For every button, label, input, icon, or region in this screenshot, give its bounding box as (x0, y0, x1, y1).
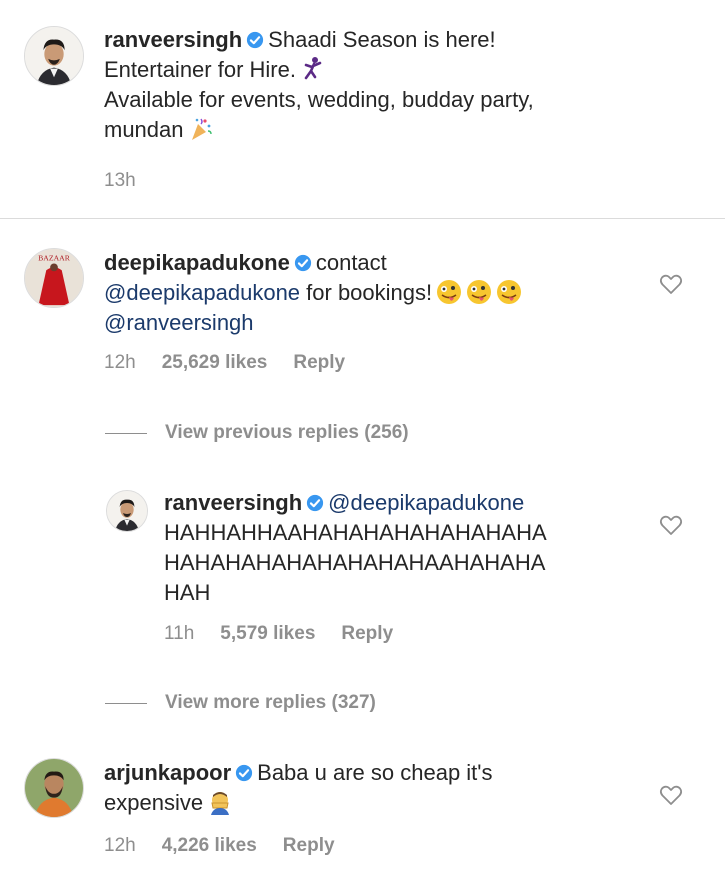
verified-badge-icon (235, 764, 253, 782)
comment-text-start: contact (315, 250, 387, 275)
facepalm-emoji (207, 789, 233, 815)
comment-meta-arjunkapoor: 12h 4,226 likes Reply (104, 835, 335, 857)
replies-dash (105, 702, 147, 704)
comment-likes[interactable]: 25,629 likes (162, 352, 268, 374)
post-username[interactable]: ranveersingh (104, 27, 242, 52)
mention-deepikapadukone[interactable]: @deepikapadukone (104, 280, 300, 305)
reply-button[interactable]: Reply (283, 835, 335, 857)
comment-time: 12h (104, 352, 136, 373)
verified-badge-icon (306, 494, 324, 512)
reply-line2: HAHAHAHAHAHAHAHAHAAHAHAHA (164, 550, 546, 575)
avatar-deepikapadukone[interactable]: BAZAAR (24, 248, 84, 308)
heart-outline-icon[interactable] (659, 784, 683, 806)
comment-likes[interactable]: 4,226 likes (162, 835, 257, 857)
view-previous-replies-button[interactable]: View previous replies (256) (105, 422, 409, 444)
post-meta: 13h (104, 170, 136, 192)
replies-dash (105, 432, 147, 434)
reply-likes[interactable]: 5,579 likes (220, 623, 315, 645)
avatar-ranveersingh-reply[interactable] (106, 490, 148, 532)
view-more-replies-button[interactable]: View more replies (327) (105, 692, 376, 714)
reply-button[interactable]: Reply (293, 352, 345, 374)
verified-badge-icon (246, 31, 264, 49)
comment-time: 12h (104, 835, 136, 856)
reply-line1: HAHHAHHAAHAHAHAHAHAHAHAHA (164, 520, 547, 545)
confetti-emoji (188, 116, 214, 142)
post-time: 13h (104, 170, 136, 191)
avatar-arjunkapoor[interactable] (24, 758, 84, 818)
dancing-man-emoji (300, 56, 326, 82)
post-caption-line3: Available for events, wedding, budday pa… (104, 87, 534, 112)
divider (0, 218, 725, 219)
comment-username-arjunkapoor[interactable]: arjunkapoor (104, 760, 231, 785)
reply-ranveersingh-text: ranveersingh @deepikapadukone HAHHAHHAAHA… (164, 488, 644, 608)
post-caption: ranveersingh Shaadi Season is here! Enter… (104, 25, 704, 145)
comment-line2: expensive (104, 790, 204, 815)
zany-face-emoji (436, 279, 462, 305)
post-caption-line4: mundan (104, 117, 184, 142)
view-previous-replies-label: View previous replies (256) (165, 422, 409, 443)
zany-face-emoji (466, 279, 492, 305)
post-caption-line2: Entertainer for Hire. (104, 57, 296, 82)
verified-badge-icon (294, 254, 312, 272)
post-caption-line1: Shaadi Season is here! (268, 27, 496, 52)
mention-ranveersingh[interactable]: @ranveersingh (104, 310, 254, 335)
comment-username-deepikapadukone[interactable]: deepikapadukone (104, 250, 290, 275)
zany-face-emoji (496, 279, 522, 305)
avatar-ranveersingh[interactable] (24, 26, 84, 86)
comment-deepikapadukone-text: deepikapadukone contact @deepikapadukone … (104, 248, 664, 338)
comment-line1: Baba u are so cheap it's (257, 760, 493, 785)
view-more-replies-label: View more replies (327) (165, 692, 376, 713)
magazine-logo-text: BAZAAR (38, 254, 71, 263)
reply-button[interactable]: Reply (341, 623, 393, 645)
reply-meta-ranveersingh: 11h 5,579 likes Reply (164, 623, 393, 645)
comment-meta-deepikapadukone: 12h 25,629 likes Reply (104, 352, 345, 374)
comment-arjunkapoor-text: arjunkapoor Baba u are so cheap it's expe… (104, 758, 664, 818)
mention-deepikapadukone[interactable]: @deepikapadukone (328, 490, 524, 515)
reply-line3: HAH (164, 580, 211, 605)
reply-time: 11h (164, 623, 195, 644)
reply-username-ranveersingh[interactable]: ranveersingh (164, 490, 302, 515)
comment-text-mid: for bookings! (300, 280, 433, 305)
heart-outline-icon[interactable] (659, 514, 683, 536)
heart-outline-icon[interactable] (659, 273, 683, 295)
